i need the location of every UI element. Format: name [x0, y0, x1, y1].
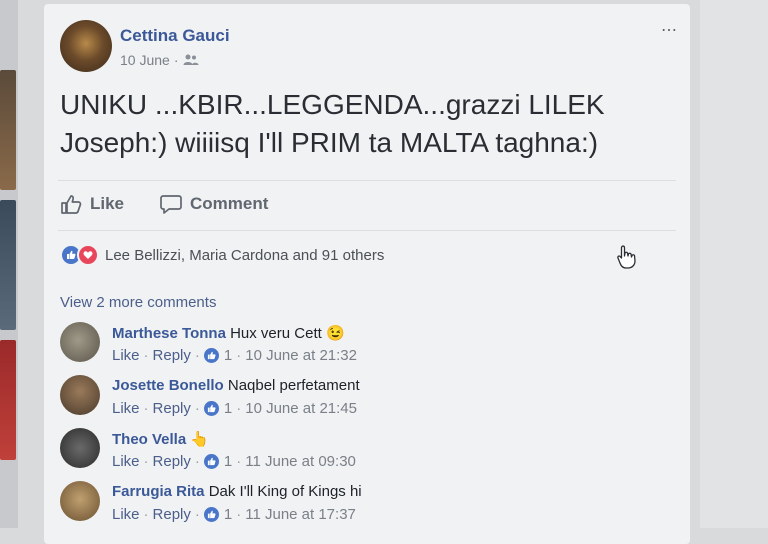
comment-like-count: 1 [223, 453, 233, 470]
post-meta: 10 June · [120, 52, 199, 68]
comment-like-link[interactable]: Like [112, 347, 140, 364]
comment-reply-link[interactable]: Reply [153, 347, 191, 364]
thumbnail-image [0, 340, 16, 460]
comment-timestamp[interactable]: 10 June at 21:32 [245, 347, 357, 364]
pointing-up-emoji-icon: 👆 [190, 431, 210, 448]
like-count-icon [203, 401, 219, 416]
commenter-name[interactable]: Marthese Tonna [112, 325, 226, 342]
comment-bubble-icon [160, 195, 182, 214]
thumbnail-image [0, 200, 16, 330]
comment-text: Hux veru Cett [230, 325, 322, 342]
reactions-summary: Lee Bellizzi, Maria Cardona and 91 other… [105, 246, 385, 264]
comment-timestamp[interactable]: 10 June at 21:45 [245, 400, 357, 417]
comment-item: Farrugia Rita Dak I'll King of Kings hi … [60, 481, 670, 531]
friends-icon [183, 54, 198, 65]
comment-actions: Like · Reply · 1 · 11 June at 09:30 [112, 453, 356, 470]
comment-like-count: 1 [223, 400, 233, 417]
like-count-icon [203, 454, 219, 469]
post-card: Cettina Gauci 10 June · ⋯ UNIKU ...KBIR.… [44, 4, 690, 544]
comment-label: Comment [190, 194, 269, 213]
thumbs-up-icon [61, 195, 82, 214]
love-reaction-icon [77, 244, 99, 266]
view-more-comments-link[interactable]: View 2 more comments [60, 294, 216, 311]
comment-reply-link[interactable]: Reply [153, 400, 191, 417]
comment-actions: Like · Reply · 1 · 10 June at 21:32 [112, 347, 357, 364]
comment-text: Naqbel perfetament [227, 377, 360, 394]
commenter-avatar[interactable] [60, 375, 100, 415]
wink-emoji-icon: 😉 [325, 325, 345, 342]
comment-actions: Like · Reply · 1 · 10 June at 21:45 [112, 400, 357, 417]
comment-item: Marthese Tonna Hux veru Cett 😉 Like · Re… [60, 322, 670, 372]
commenter-name[interactable]: Farrugia Rita [112, 483, 205, 500]
reactions-bar[interactable]: Lee Bellizzi, Maria Cardona and 91 other… [60, 244, 384, 266]
like-count-icon [203, 348, 219, 363]
commenter-avatar[interactable] [60, 322, 100, 362]
comment-item: Josette Bonello Naqbel perfetament Like … [60, 375, 670, 425]
commenter-name[interactable]: Theo Vella [112, 431, 186, 448]
comment-like-link[interactable]: Like [112, 506, 140, 523]
post-author-name[interactable]: Cettina Gauci [120, 26, 230, 46]
like-button[interactable]: Like [60, 194, 124, 214]
comment-item: Theo Vella 👆 Like · Reply · 1 · 11 June … [60, 428, 670, 478]
thumbnail-image [0, 70, 16, 190]
like-label: Like [90, 194, 125, 213]
commenter-name[interactable]: Josette Bonello [112, 377, 224, 394]
commenter-avatar[interactable] [60, 481, 100, 521]
comment-text: Dak I'll King of Kings hi [208, 483, 362, 500]
comment-reply-link[interactable]: Reply [153, 506, 191, 523]
post-text: UNIKU ...KBIR...LEGGENDA...grazzi LILEK … [60, 89, 605, 158]
comment-actions: Like · Reply · 1 · 11 June at 17:37 [112, 506, 356, 523]
comment-like-link[interactable]: Like [112, 453, 140, 470]
hand-cursor-icon [617, 245, 636, 269]
divider [58, 230, 676, 231]
comment-timestamp[interactable]: 11 June at 09:30 [245, 453, 356, 470]
left-sidebar-strip [0, 0, 18, 528]
comment-reply-link[interactable]: Reply [153, 453, 191, 470]
comment-like-link[interactable]: Like [112, 400, 140, 417]
right-background [700, 0, 768, 528]
comment-button[interactable]: Comment [160, 194, 268, 214]
comment-timestamp[interactable]: 11 June at 17:37 [245, 506, 356, 523]
comment-like-count: 1 [223, 506, 233, 523]
more-options-icon[interactable]: ⋯ [661, 20, 678, 40]
author-avatar[interactable] [60, 20, 112, 72]
commenter-avatar[interactable] [60, 428, 100, 468]
comment-like-count: 1 [223, 347, 233, 364]
like-count-icon [203, 507, 219, 522]
post-date[interactable]: 10 June [120, 52, 170, 68]
divider [58, 180, 676, 181]
